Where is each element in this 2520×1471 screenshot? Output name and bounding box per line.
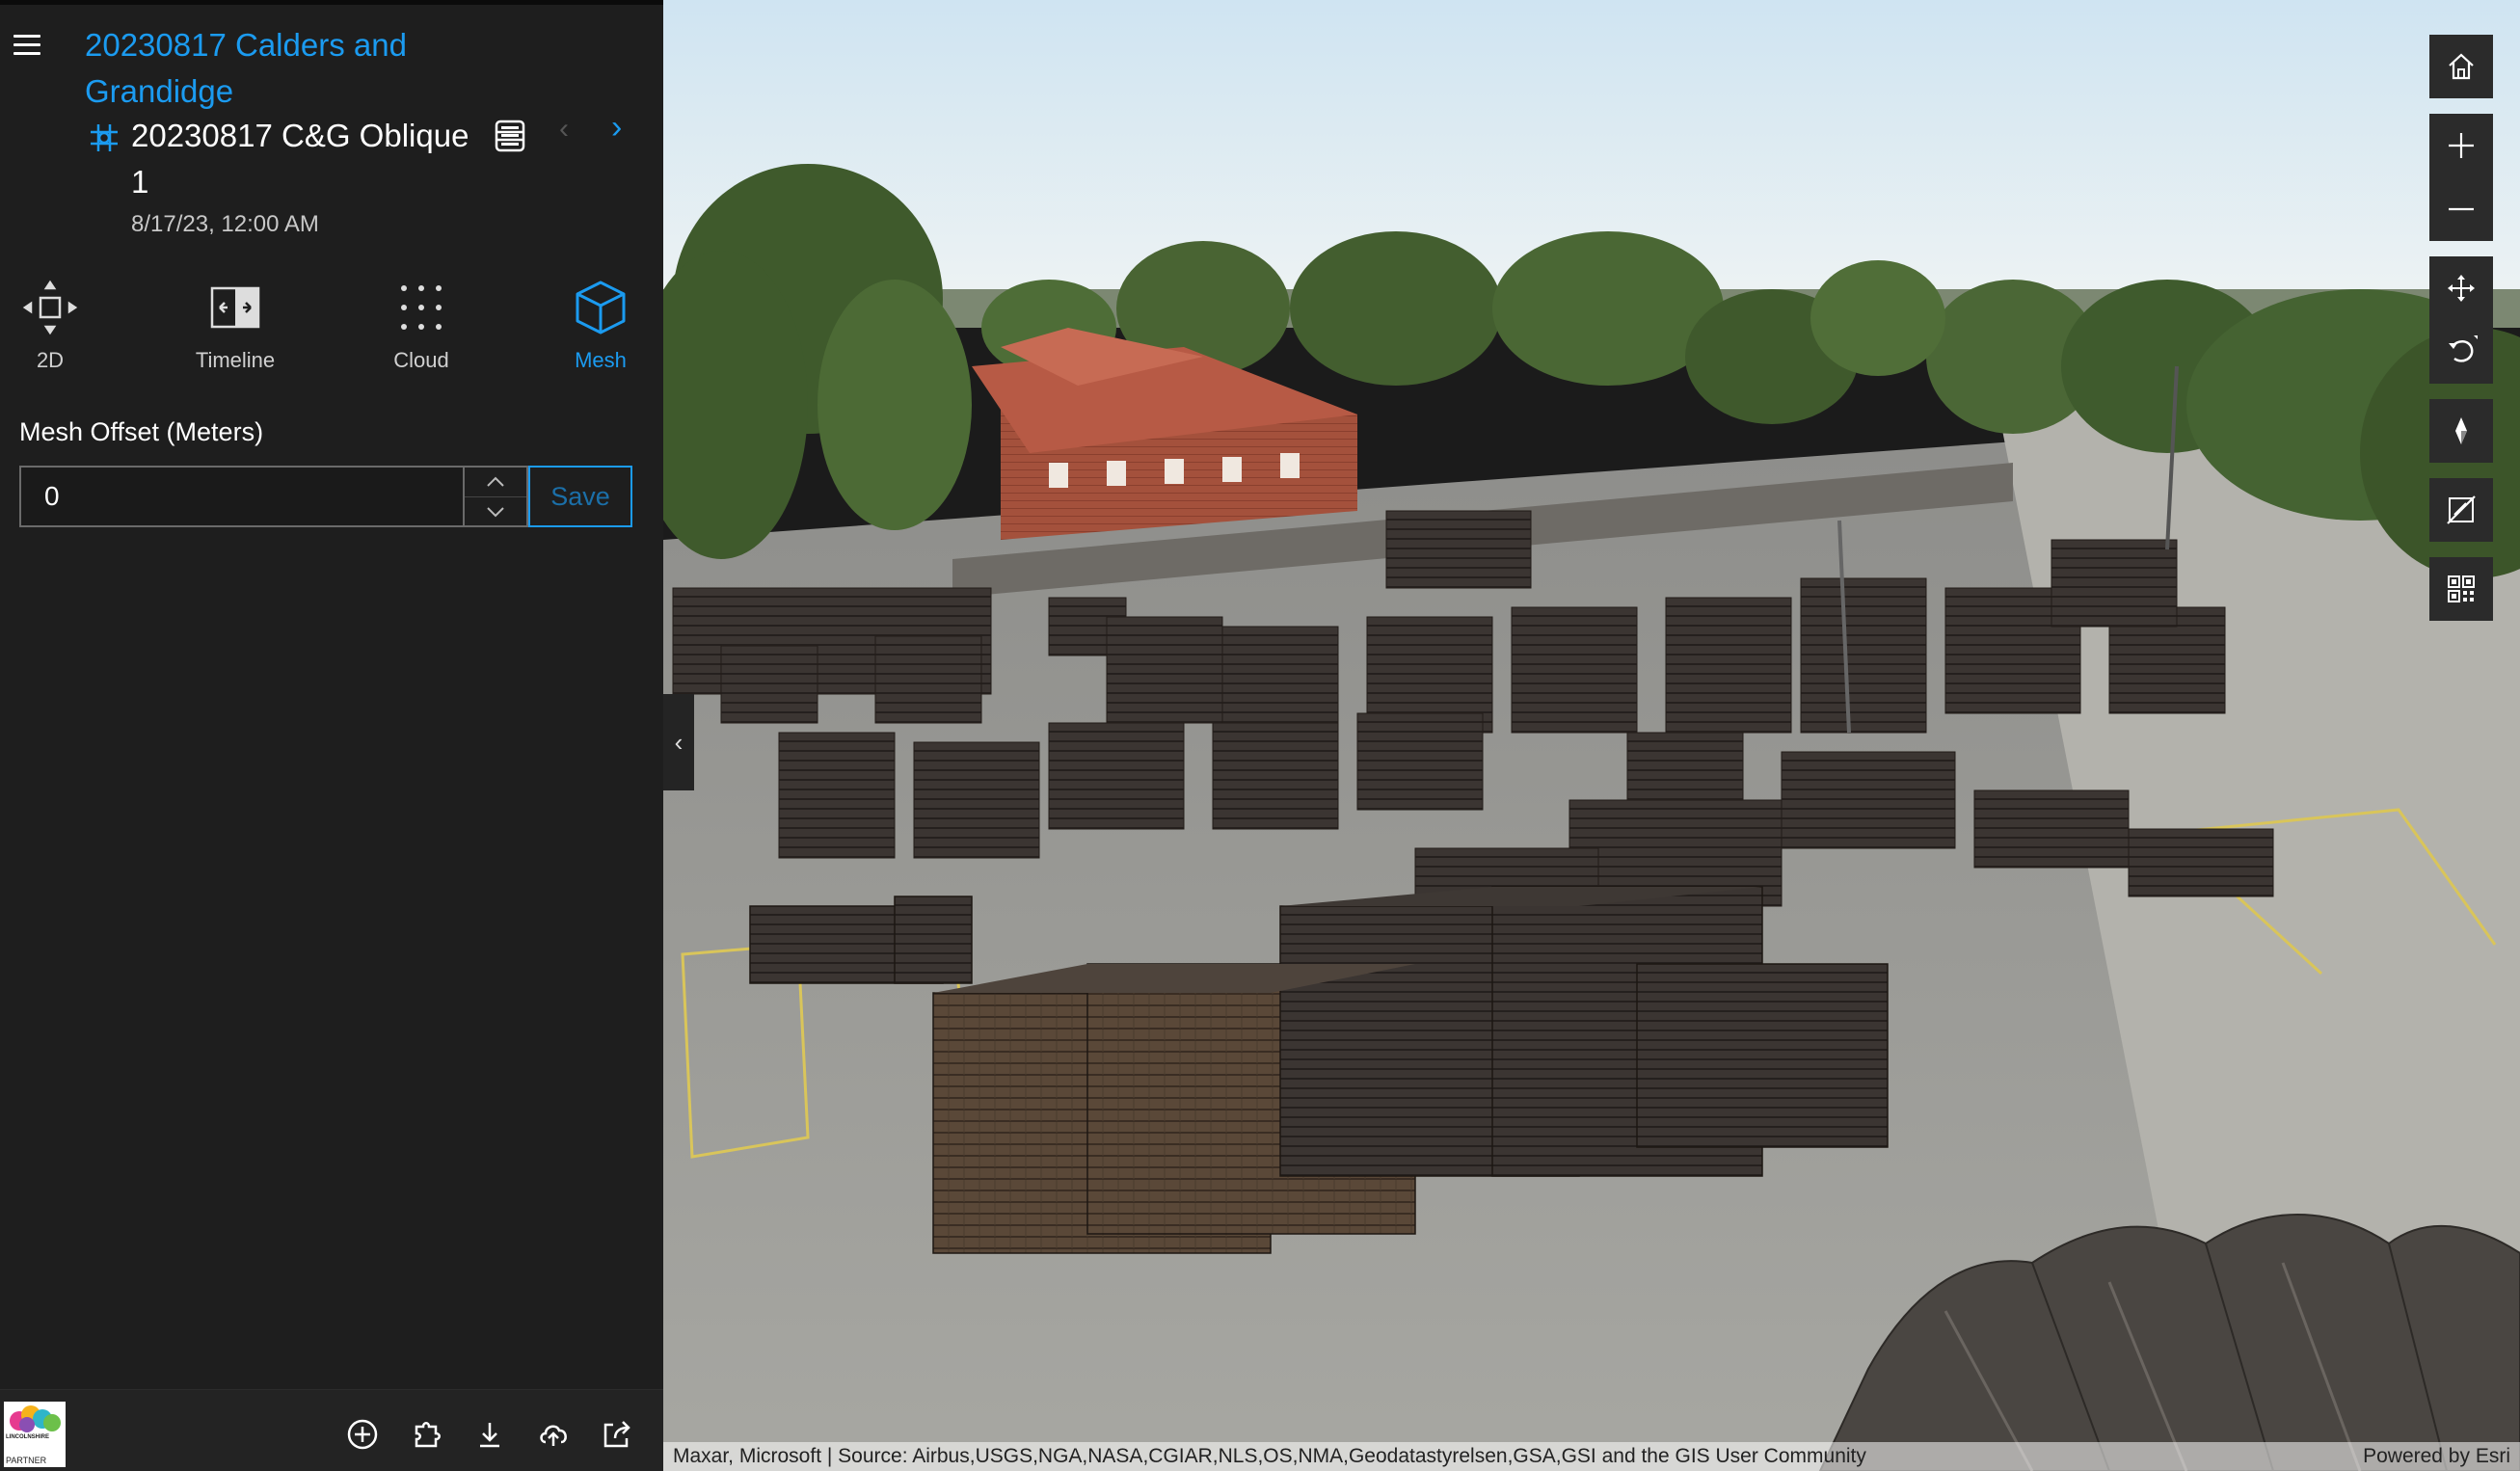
mesh-cube-icon [576, 281, 626, 334]
view-mode-timeline[interactable]: Timeline [177, 277, 293, 373]
view-mode-cloud[interactable]: Cloud [363, 277, 479, 373]
partner-logo: LINCOLNSHIRE PARTNER [4, 1402, 66, 1467]
mesh-offset-input[interactable] [19, 466, 465, 527]
layer-panel: 20230817 Calders and Grandidge 20230817 … [0, 0, 663, 1471]
qr-tool-button[interactable] [2429, 557, 2493, 621]
no-daylight-icon [2447, 495, 2476, 524]
previous-button[interactable]: ‹ [559, 113, 569, 146]
view-mode-label: 2D [36, 348, 65, 372]
mesh-offset-label: Mesh Offset (Meters) [19, 417, 264, 446]
next-button[interactable]: › [611, 109, 622, 147]
mesh-offset-stepper [465, 466, 528, 527]
home-icon [2449, 53, 2474, 80]
increment-button[interactable] [465, 468, 526, 496]
map-attribution: Maxar, Microsoft | Source: Airbus,USGS,N… [663, 1442, 2520, 1471]
compass-button[interactable] [2429, 399, 2493, 463]
chevron-up-icon [487, 476, 504, 487]
rotate-icon [2449, 335, 2478, 362]
view-mode-mesh[interactable]: Mesh [543, 277, 658, 373]
pan-button[interactable] [2429, 256, 2493, 320]
app-window: 20230817 Calders and Grandidge 20230817 … [0, 0, 2520, 1471]
view-mode-label: Cloud [393, 348, 449, 372]
move-2d-icon [22, 280, 78, 335]
puzzle-icon[interactable] [409, 1417, 443, 1452]
menu-icon[interactable] [13, 32, 40, 55]
zoom-in-button[interactable] [2429, 114, 2493, 177]
partner-logo-mark [10, 1405, 61, 1432]
view-mode-label: Timeline [195, 348, 276, 372]
rotate-button[interactable] [2429, 320, 2493, 384]
bottom-toolbar: LINCOLNSHIRE PARTNER [0, 1389, 663, 1471]
partner-logo-text: LINCOLNSHIRE [6, 1434, 49, 1440]
scene-view[interactable]: Maxar, Microsoft | Source: Airbus,USGS,N… [663, 0, 2520, 1471]
chevron-down-icon [487, 506, 504, 517]
download-icon[interactable] [472, 1417, 507, 1452]
partner-logo-label: PARTNER [6, 1456, 47, 1465]
map-toolbar [2429, 35, 2493, 621]
project-title-link[interactable]: 20230817 Calders and Grandidge [85, 22, 509, 115]
powered-by-esri[interactable]: Powered by Esri [2363, 1442, 2510, 1471]
upload-cloud-icon[interactable] [536, 1417, 571, 1452]
compass-icon [2455, 417, 2467, 444]
pan-icon [2448, 275, 2475, 302]
database-icon[interactable] [494, 119, 526, 153]
save-button[interactable]: Save [528, 466, 632, 527]
qr-grid-icon [2448, 575, 2475, 602]
layer-name-suffix: 1 [131, 164, 149, 200]
decrement-button[interactable] [465, 496, 526, 525]
view-mode-2d[interactable]: 2D [0, 277, 108, 373]
timeline-icon [210, 286, 260, 329]
scene-layer-icon [91, 124, 118, 151]
zoom-out-icon [2449, 207, 2474, 211]
point-cloud-icon [401, 285, 442, 330]
collapse-panel-button[interactable]: ‹ [663, 694, 694, 790]
zoom-in-icon [2449, 133, 2474, 158]
view-mode-label: Mesh [575, 348, 627, 372]
home-button[interactable] [2429, 35, 2493, 98]
add-circle-icon[interactable] [345, 1417, 380, 1452]
daylight-button[interactable] [2429, 478, 2493, 542]
zoom-out-button[interactable] [2429, 177, 2493, 241]
share-icon[interactable] [600, 1417, 634, 1452]
layer-date: 8/17/23, 12:00 AM [131, 211, 319, 237]
mesh-scene-image[interactable] [663, 0, 2520, 1471]
